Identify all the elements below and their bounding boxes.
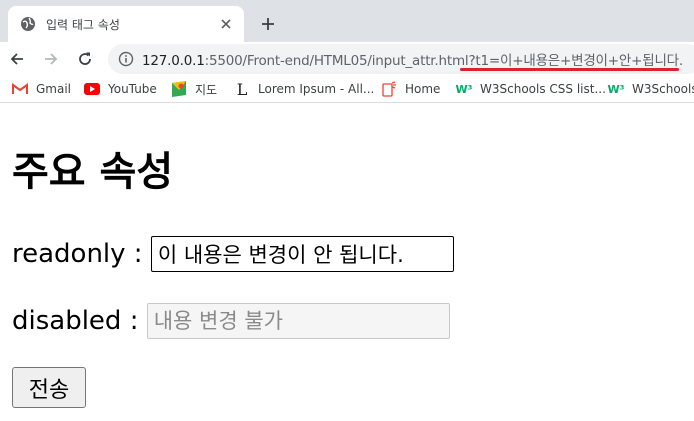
readonly-row: readonly : xyxy=(12,236,454,272)
w3schools-icon: W³ xyxy=(607,82,625,96)
back-button[interactable] xyxy=(4,46,30,72)
arrow-right-icon xyxy=(45,53,58,65)
disabled-row: disabled : xyxy=(12,303,450,339)
readonly-input[interactable] xyxy=(150,236,454,272)
tab-title: 입력 태그 속성 xyxy=(46,17,120,32)
bookmark-label: W3Schools xyxy=(632,82,694,96)
bookmark-w3schools[interactable]: W³ W3Schools xyxy=(608,79,694,99)
tab-strip: 입력 태그 속성 xyxy=(0,0,694,42)
url-path: :5500/Front-end/HTML05/input_attr.html xyxy=(204,53,469,69)
new-tab-button[interactable] xyxy=(256,12,280,36)
home-icon xyxy=(381,81,397,97)
bookmark-gmail[interactable]: Gmail xyxy=(12,79,71,99)
submit-button[interactable]: 전송 xyxy=(12,367,86,408)
url-text: 127.0.0.1:5500/Front-end/HTML05/input_at… xyxy=(142,49,683,69)
bookmark-label: Gmail xyxy=(36,82,72,96)
arrow-left-icon xyxy=(10,53,23,65)
bookmark-lorem-ipsum[interactable]: L Lorem Ipsum - All... xyxy=(234,79,375,99)
globe-icon xyxy=(20,16,36,32)
reload-button[interactable] xyxy=(72,46,98,72)
youtube-icon xyxy=(84,81,100,97)
close-icon[interactable] xyxy=(218,16,234,32)
page-title: 주요 속성 xyxy=(12,149,174,195)
bookmark-home[interactable]: Home xyxy=(381,79,440,99)
info-icon[interactable] xyxy=(118,51,134,67)
url-host: 127.0.0.1 xyxy=(142,53,205,69)
bookmark-label: Home xyxy=(405,82,441,96)
w3schools-icon: W³ xyxy=(455,82,473,96)
lorem-icon: L xyxy=(236,79,248,99)
browser-tab[interactable]: 입력 태그 속성 xyxy=(8,6,244,42)
forward-button[interactable] xyxy=(38,46,64,72)
bookmark-youtube[interactable]: YouTube xyxy=(84,79,157,99)
gmail-icon xyxy=(12,81,28,97)
query-highlight-underline xyxy=(460,68,679,71)
bookmark-label: W3Schools CSS list... xyxy=(480,82,606,96)
bookmark-label: 지도 xyxy=(195,82,218,97)
disabled-input xyxy=(146,303,450,339)
readonly-label: readonly : xyxy=(12,239,151,269)
maps-icon xyxy=(171,81,187,97)
bookmark-w3schools-css[interactable]: W³ W3Schools CSS list... xyxy=(456,79,606,99)
bookmark-label: YouTube xyxy=(108,82,157,96)
url-query: ?t1=이+내용은+변경이+안+됩니다. xyxy=(468,53,683,69)
bookmark-label: Lorem Ipsum - All... xyxy=(258,82,375,96)
plus-icon xyxy=(262,18,274,30)
reload-icon xyxy=(79,52,91,65)
bookmarks-bar: Gmail YouTube 지도 L Lorem Ipsum - All... xyxy=(0,76,694,103)
bookmark-maps[interactable]: 지도 xyxy=(171,79,217,99)
disabled-label: disabled : xyxy=(12,306,147,336)
